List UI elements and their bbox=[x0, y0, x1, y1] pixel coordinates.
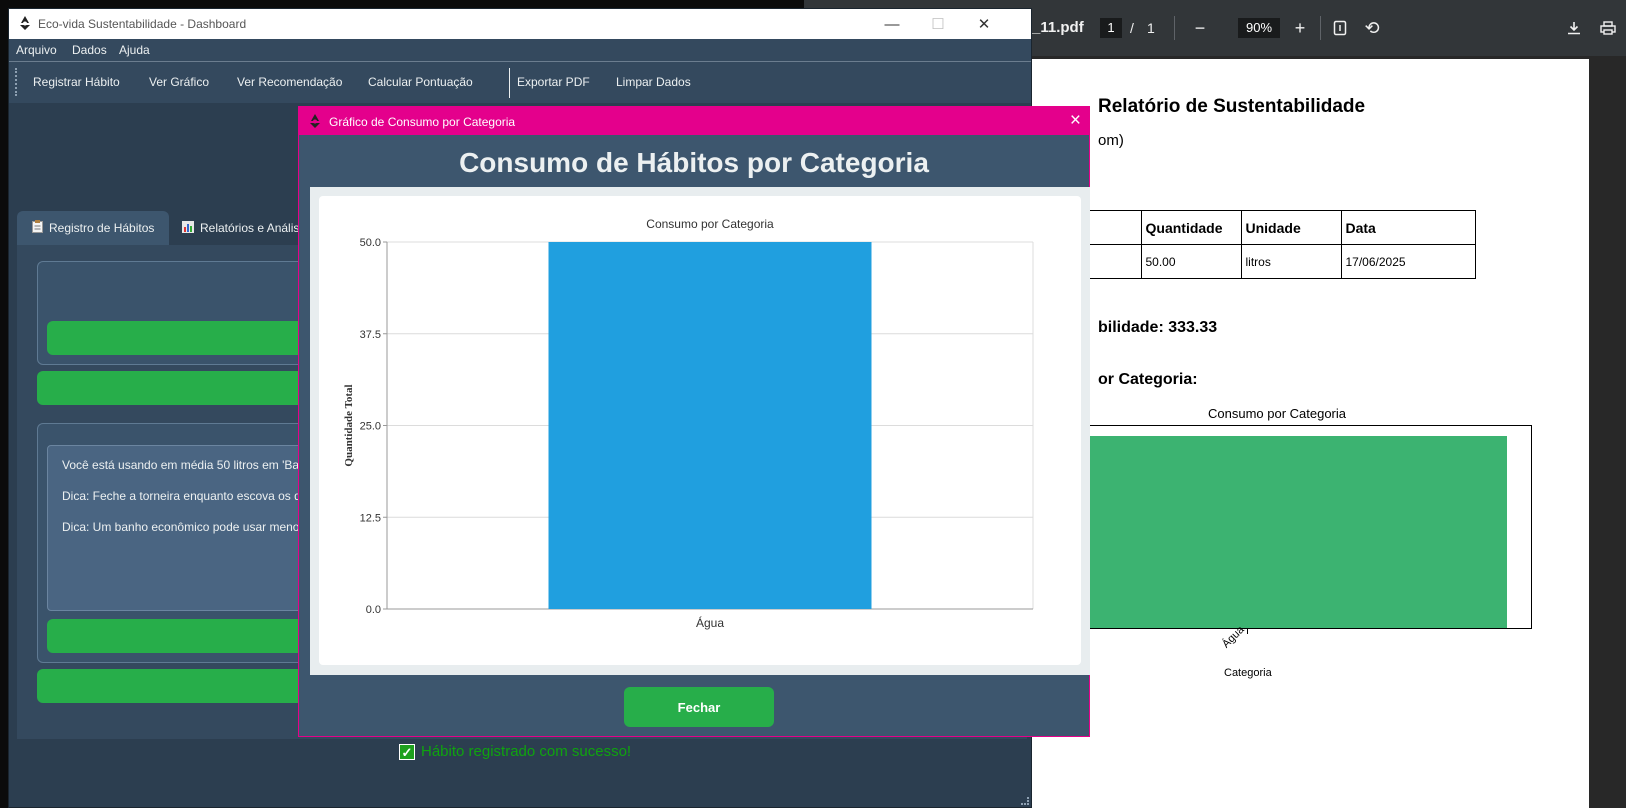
chart-ytick-label: 0.0 bbox=[366, 604, 381, 616]
recommendation-line: Dica: Feche a torneira enquanto escova o… bbox=[62, 489, 308, 503]
pdf-page-separator: / bbox=[1130, 20, 1134, 36]
status-text: Hábito registrado com sucesso! bbox=[421, 743, 632, 760]
menubar: Arquivo Dados Ajuda bbox=[9, 39, 1031, 61]
tab-label: Registro de Hábitos bbox=[49, 221, 155, 235]
print-icon[interactable] bbox=[1596, 16, 1620, 40]
pdf-category-heading: or Categoria: bbox=[1098, 371, 1198, 388]
rotate-icon[interactable]: ⟲ bbox=[1360, 16, 1384, 40]
bar-chart-icon bbox=[182, 220, 194, 236]
chart-dialog: Gráfico de Consumo por Categoria × Consu… bbox=[298, 106, 1090, 737]
close-button[interactable]: Fechar bbox=[624, 687, 774, 727]
toolbar-divider bbox=[509, 68, 510, 98]
dialog-title: Gráfico de Consumo por Categoria bbox=[329, 115, 516, 129]
pdf-page-input[interactable]: 1 bbox=[1100, 18, 1122, 38]
bar-chart: Consumo por Categoria 0.0 12.5 25.0 37.5 50.0… bbox=[343, 217, 1034, 630]
table-cell: 17/06/2025 bbox=[1340, 244, 1476, 279]
download-icon[interactable] bbox=[1562, 16, 1586, 40]
recycle-icon bbox=[310, 114, 320, 128]
chart-card: Consumo por Categoria 0.0 12.5 25.0 37.5 50.0… bbox=[319, 196, 1081, 665]
app-title: Eco-vida Sustentabilidade - Dashboard bbox=[38, 17, 247, 31]
tab-registro-habitos[interactable]: Registro de Hábitos bbox=[17, 211, 170, 245]
menu-dados[interactable]: Dados bbox=[72, 43, 107, 57]
pdf-filename: _11.pdf bbox=[1032, 19, 1084, 36]
pdf-chart-xlabel: Categoria bbox=[1224, 667, 1272, 679]
checkmark-icon: ✓ bbox=[399, 743, 415, 760]
pdf-report-subtitle: om) bbox=[1098, 132, 1124, 149]
chart-ytick-label: 50.0 bbox=[360, 237, 381, 249]
tab-label: Relatórios e Anális bbox=[200, 221, 300, 235]
menu-ajuda[interactable]: Ajuda bbox=[119, 43, 150, 57]
zoom-in-icon[interactable]: + bbox=[1288, 16, 1312, 40]
chart-ytick-label: 25.0 bbox=[360, 421, 381, 433]
recommendation-line: Você está usando em média 50 litros em '… bbox=[62, 458, 306, 472]
toolbar-calcular-pontuacao[interactable]: Calcular Pontuação bbox=[368, 75, 473, 89]
toolbar-ver-recomendacao[interactable]: Ver Recomendação bbox=[237, 75, 342, 89]
pdf-page: Relatório de Sustentabilidade om) tegori… bbox=[1018, 59, 1589, 808]
pdf-toolbar-divider bbox=[1174, 16, 1175, 40]
chart-ylabel: Quantidade Total bbox=[343, 384, 355, 466]
table-cell: litros bbox=[1240, 244, 1342, 279]
table-header-cell: Unidade bbox=[1240, 210, 1342, 245]
pdf-report-title: Relatório de Sustentabilidade bbox=[1098, 96, 1366, 117]
toolbar: Registrar Hábito Ver Gráfico Ver Recomen… bbox=[9, 61, 1031, 103]
toolbar-limpar-dados[interactable]: Limpar Dados bbox=[616, 75, 691, 89]
fit-page-icon[interactable] bbox=[1328, 16, 1352, 40]
toolbar-grip[interactable] bbox=[15, 68, 18, 96]
chart-frame: Consumo por Categoria 0.0 12.5 25.0 37.5 50.0… bbox=[310, 187, 1090, 675]
status-message: ✓ Hábito registrado com sucesso! bbox=[399, 743, 631, 760]
toolbar-ver-grafico[interactable]: Ver Gráfico bbox=[149, 75, 209, 89]
clipboard-icon bbox=[32, 220, 43, 236]
pdf-toolbar-divider bbox=[1320, 16, 1321, 40]
pdf-chart-bar bbox=[1058, 436, 1507, 628]
chart-ytick-label: 37.5 bbox=[360, 329, 381, 341]
toolbar-registrar-habito[interactable]: Registrar Hábito bbox=[33, 75, 120, 89]
dialog-titlebar: Gráfico de Consumo por Categoria × bbox=[299, 107, 1089, 135]
close-window-button[interactable]: ✕ bbox=[961, 9, 1007, 39]
minimize-button[interactable]: — bbox=[869, 9, 915, 39]
table-cell: 50.00 bbox=[1140, 244, 1242, 279]
toolbar-exportar-pdf[interactable]: Exportar PDF bbox=[517, 75, 590, 89]
close-icon[interactable]: × bbox=[1070, 110, 1081, 132]
dialog-heading: Consumo de Hábitos por Categoria bbox=[459, 147, 929, 178]
chart-title: Consumo por Categoria bbox=[646, 217, 774, 231]
chart-ytick-label: 12.5 bbox=[360, 512, 381, 524]
pdf-zoom-input[interactable]: 90% bbox=[1238, 18, 1280, 38]
recommendation-line: Dica: Um banho econômico pode usar meno bbox=[62, 520, 300, 534]
maximize-button[interactable]: ☐ bbox=[915, 9, 961, 39]
pdf-page-total: 1 bbox=[1147, 20, 1155, 36]
recycle-icon bbox=[20, 16, 30, 30]
tab-relatorios-analises[interactable]: Relatórios e Anális bbox=[167, 211, 314, 245]
chart-bar bbox=[548, 242, 872, 609]
zoom-out-icon[interactable]: − bbox=[1188, 16, 1212, 40]
chart-xtick-label: Água bbox=[696, 615, 724, 630]
resize-grip[interactable] bbox=[1021, 797, 1029, 805]
pdf-score-text: bilidade: 333.33 bbox=[1098, 319, 1218, 336]
table-header-cell: Quantidade bbox=[1140, 210, 1242, 245]
pdf-chart-title: Consumo por Categoria bbox=[1207, 406, 1347, 421]
table-header-cell: Data bbox=[1340, 210, 1476, 245]
menu-arquivo[interactable]: Arquivo bbox=[16, 43, 57, 57]
app-titlebar: Eco-vida Sustentabilidade - Dashboard — … bbox=[9, 9, 1031, 39]
